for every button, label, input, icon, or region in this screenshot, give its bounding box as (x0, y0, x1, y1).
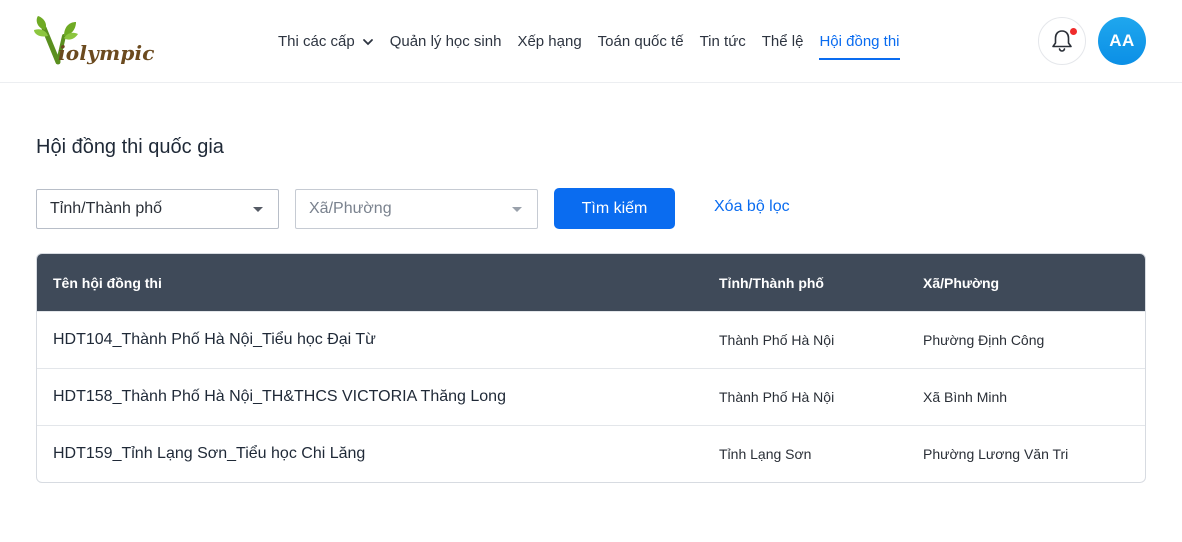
main-nav: Thi các cấp Quản lý học sinh Xếp hạng To… (278, 0, 916, 83)
column-header-council-name: Tên hội đồng thi (53, 274, 162, 291)
nav-item-xep-hang[interactable]: Xếp hạng (517, 0, 581, 83)
nav-item-the-le[interactable]: Thể lệ (762, 0, 804, 83)
cell-ward: Phường Lương Văn Tri (923, 446, 1069, 462)
nav-item-label: Xếp hạng (517, 33, 582, 50)
exam-council-table: Tên hội đồng thi Tỉnh/Thành phố Xã/Phườn… (36, 253, 1146, 483)
cell-council-name: HDT159_Tỉnh Lạng Sơn_Tiểu học Chi Lăng (53, 445, 366, 462)
table-header: Tên hội đồng thi Tỉnh/Thành phố Xã/Phườn… (37, 254, 1145, 311)
search-button[interactable]: Tìm kiếm (554, 188, 675, 229)
nav-item-label: Thể lệ (761, 33, 804, 50)
avatar[interactable]: AA (1098, 17, 1146, 65)
cell-council-name: HDT104_Thành Phố Hà Nội_Tiểu học Đại Từ (53, 331, 376, 348)
table-row[interactable]: HDT104_Thành Phố Hà Nội_Tiểu học Đại Từ … (37, 311, 1145, 368)
column-header-province: Tỉnh/Thành phố (719, 274, 824, 291)
nav-item-hoi-dong-thi[interactable]: Hội đồng thi (819, 0, 900, 83)
cell-council-name: HDT158_Thành Phố Hà Nội_TH&THCS VICTORIA… (53, 388, 506, 405)
notification-dot (1069, 27, 1078, 36)
notification-button[interactable] (1038, 17, 1086, 65)
nav-item-label: Toán quốc tế (597, 33, 684, 50)
table-row[interactable]: HDT158_Thành Phố Hà Nội_TH&THCS VICTORIA… (37, 368, 1145, 425)
cell-province: Thành Phố Hà Nội (719, 389, 835, 405)
nav-item-label: Hội đồng thi (819, 33, 900, 50)
caret-down-icon (253, 207, 263, 212)
clear-filter-button[interactable]: Xóa bộ lọc (714, 198, 790, 216)
top-header: iolympic Thi các cấp Quản lý học sinh Xế… (0, 0, 1182, 83)
ward-select[interactable]: Xã/Phường (295, 189, 538, 229)
nav-item-label: Quản lý học sinh (389, 33, 502, 50)
page-title: Hội đồng thi quốc gia (36, 136, 224, 158)
table-row[interactable]: HDT159_Tỉnh Lạng Sơn_Tiểu học Chi Lăng T… (37, 425, 1145, 482)
cell-province: Thành Phố Hà Nội (719, 332, 835, 348)
caret-down-icon (512, 207, 522, 212)
logo-text: iolympic (58, 41, 155, 65)
ward-select-placeholder: Xã/Phường (309, 200, 392, 217)
cell-ward: Xã Bình Minh (923, 389, 1008, 405)
column-header-ward: Xã/Phường (923, 274, 1000, 291)
nav-item-label: Tin tức (699, 33, 746, 50)
nav-item-quan-ly-hoc-sinh[interactable]: Quản lý học sinh (390, 0, 502, 83)
cell-province: Tỉnh Lạng Sơn (719, 446, 812, 462)
chevron-down-icon (362, 38, 373, 45)
nav-item-toan-quoc-te[interactable]: Toán quốc tế (598, 0, 684, 83)
nav-item-label: Thi các cấp (278, 33, 355, 50)
nav-item-tin-tuc[interactable]: Tin tức (700, 0, 746, 83)
cell-ward: Phường Định Công (923, 332, 1045, 348)
province-select-value: Tỉnh/Thành phố (50, 200, 163, 217)
nav-item-thi-cac-cap[interactable]: Thi các cấp (278, 0, 374, 83)
province-select[interactable]: Tỉnh/Thành phố (36, 189, 279, 229)
